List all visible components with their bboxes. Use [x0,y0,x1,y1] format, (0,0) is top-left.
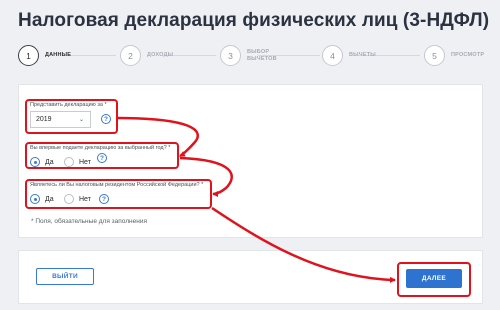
step-review[interactable]: 5 ПРОСМОТР [424,45,484,66]
step-number: 2 [120,45,141,66]
step-connector [64,55,116,56]
page-title: Налоговая декларация физических лиц (3-Н… [18,10,490,31]
step-data[interactable]: 1 ДАННЫЕ [18,45,71,66]
step-deductions[interactable]: 4 ВЫЧЕТЫ [322,45,376,66]
step-number: 5 [424,45,445,66]
required-note: * Поля, обязательные для заполнения [31,218,147,225]
highlight-next [397,262,471,297]
step-number: 4 [322,45,343,66]
step-label: ВЫБОР ВЫЧЕТОВ [247,48,277,62]
step-income[interactable]: 2 ДОХОДЫ [120,45,173,66]
highlight-resident [25,179,212,209]
step-label: ПРОСМОТР [451,52,485,58]
step-label: ДАННЫЕ [45,52,72,58]
highlight-first-time [25,142,179,169]
highlight-year [25,99,118,134]
step-label: ДОХОДЫ [147,52,174,58]
step-label: ВЫЧЕТЫ [349,52,376,58]
step-deduction-choice[interactable]: 3 ВЫБОР ВЫЧЕТОВ [220,45,277,66]
step-number: 1 [18,45,39,66]
stepper: 1 ДАННЫЕ 2 ДОХОДЫ 3 ВЫБОР ВЫЧЕТОВ 4 ВЫЧЕ… [18,45,488,69]
step-number: 3 [220,45,241,66]
exit-button[interactable]: ВЫЙТИ [36,268,94,285]
